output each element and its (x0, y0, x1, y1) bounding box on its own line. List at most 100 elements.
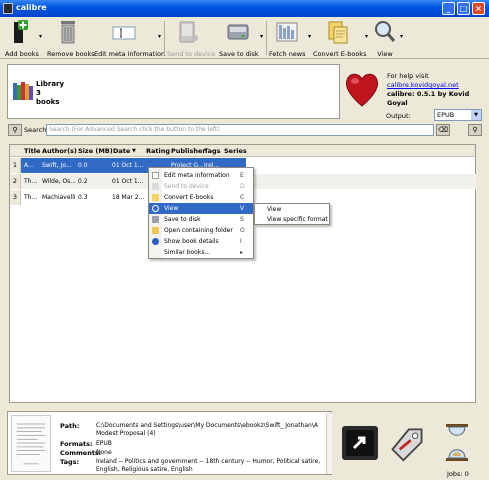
menu-item-similar-books[interactable]: Similar books... ▸ (149, 247, 253, 258)
donate-heart-icon[interactable] (344, 70, 380, 110)
hourglass-icon[interactable] (443, 420, 471, 466)
edit-meta-icon (112, 26, 136, 40)
menu-item-shortcut: S (240, 216, 244, 223)
menu-item-convert[interactable]: Convert E-books C (149, 192, 253, 203)
col-rating[interactable]: Rating (146, 147, 170, 155)
main-toolbar: Add books ▾ Remove books Edit meta infor… (0, 17, 489, 59)
save-to-disk-dropdown-icon[interactable]: ▾ (260, 33, 263, 40)
binoculars-icon: ⚲ (12, 126, 18, 134)
add-books-button[interactable]: Add books (5, 19, 39, 58)
menu-item-label: Edit meta information (164, 172, 230, 179)
cell-title: Th... (24, 194, 38, 201)
toolbar-separator (266, 21, 267, 55)
menu-item-view[interactable]: View V (149, 203, 253, 214)
menu-item-send-to-device[interactable]: Send to device D (149, 181, 253, 192)
fetch-news-dropdown-icon[interactable]: ▾ (308, 33, 311, 40)
convert-ebooks-label: Convert E-books (313, 50, 367, 58)
fetch-news-button[interactable]: Fetch news (269, 19, 306, 58)
send-to-device-button[interactable]: Send to device (167, 19, 216, 58)
device-icon (152, 183, 159, 190)
edit-meta-icon (152, 172, 159, 179)
info-icon (152, 238, 159, 245)
output-format-select[interactable]: EPUB ▼ (434, 109, 482, 121)
magnifier-icon (375, 21, 396, 42)
col-authors[interactable]: Author(s) (42, 147, 77, 155)
calibre-app-icon (3, 3, 13, 14)
maximize-button[interactable]: □ (457, 2, 470, 15)
col-series[interactable]: Series (224, 147, 247, 155)
disk-icon (227, 24, 249, 40)
details-scrollbar[interactable] (326, 413, 332, 474)
help-link[interactable]: calibre.kovidgoyal.net (387, 81, 459, 89)
cell-size: 0.3 (78, 194, 88, 201)
send-to-device-label: Send to device (167, 50, 216, 58)
window-title: calibre (16, 3, 47, 12)
menu-item-open-folder[interactable]: Open containing folder O (149, 225, 253, 236)
cell-date: 01 Oct 1... (112, 178, 144, 185)
add-books-dropdown-icon[interactable]: ▾ (39, 33, 42, 40)
edit-meta-button[interactable]: Edit meta information (94, 19, 165, 58)
menu-item-shortcut: O (240, 227, 245, 234)
cell-date: 01 Oct 1... (112, 162, 144, 169)
convert-ebooks-dropdown-icon[interactable]: ▾ (365, 33, 368, 40)
menu-item-label: Convert E-books (164, 194, 214, 201)
col-tags[interactable]: Tags (204, 147, 221, 155)
library-panel[interactable]: Library 3 books (7, 64, 340, 119)
minimize-button[interactable]: _ (442, 2, 455, 15)
search-input[interactable]: Search (For Advanced Search click the bu… (46, 124, 434, 136)
device-view-button[interactable] (340, 420, 380, 466)
folder-icon (152, 227, 159, 234)
formats-label: Formats: (60, 440, 93, 448)
path-label: Path: (60, 422, 80, 430)
menu-item-shortcut: E (240, 172, 244, 179)
library-info: Library 3 books (36, 80, 64, 107)
tag-browser-button[interactable]: ⚲ (468, 124, 482, 136)
col-date[interactable]: Date (113, 147, 130, 155)
convert-ebooks-button[interactable]: Convert E-books (313, 19, 367, 58)
submenu-item-view[interactable]: View (267, 206, 281, 213)
view-button[interactable]: View (372, 19, 398, 58)
col-publisher[interactable]: Publisher (171, 147, 206, 155)
menu-item-label: Send to device (164, 183, 209, 190)
help-prefix: For help visit (387, 72, 429, 80)
view-dropdown-icon[interactable]: ▾ (400, 33, 403, 40)
sort-indicator-icon: ▼ (132, 148, 136, 154)
submenu-item-view-specific-format[interactable]: View specific format (267, 216, 328, 223)
tag-icon[interactable] (387, 420, 427, 466)
row-number: 1 (10, 158, 21, 173)
disk-icon (152, 216, 159, 223)
menu-item-edit-meta[interactable]: Edit meta information E (149, 170, 253, 181)
menu-item-label: Open containing folder (164, 227, 233, 234)
help-info: For help visit calibre.kovidgoyal.net ca… (387, 72, 489, 108)
view-submenu: View View specific format (254, 203, 330, 225)
clear-search-button[interactable]: ⌫ (436, 124, 450, 136)
menu-item-book-details[interactable]: Show book details I (149, 236, 253, 247)
chevron-down-icon: ▼ (471, 110, 481, 120)
col-title[interactable]: Title (24, 147, 40, 155)
book-cover-thumbnail[interactable] (11, 415, 51, 472)
magnifier-icon (152, 205, 159, 212)
remove-books-button[interactable]: Remove books (47, 19, 95, 58)
menu-item-label: Similar books... (164, 249, 211, 256)
menu-item-save-to-disk[interactable]: Save to disk S (149, 214, 253, 225)
cell-author: Wilde, Os... (42, 178, 76, 185)
output-format-value: EPUB (437, 111, 455, 119)
menu-item-label: Show book details (164, 238, 219, 245)
jobs-counter[interactable]: Jobs: 0 (447, 470, 469, 478)
library-books-icon (13, 82, 33, 100)
save-to-disk-button[interactable]: Save to disk (219, 19, 259, 58)
menu-item-label: View (164, 205, 179, 212)
convert-icon (152, 194, 159, 201)
menu-item-shortcut: I (240, 238, 242, 245)
library-unit: books (36, 98, 60, 106)
submenu-arrow-icon: ▸ (240, 249, 244, 256)
edit-meta-dropdown-icon[interactable]: ▾ (158, 33, 161, 40)
view-label: View (377, 50, 393, 58)
context-menu: Edit meta information E Send to device D… (148, 167, 254, 259)
col-size[interactable]: Size (MB) (78, 147, 113, 155)
advanced-search-button[interactable]: ⚲ (8, 124, 22, 136)
tags-label: Tags: (60, 458, 80, 466)
close-button[interactable]: × (472, 2, 485, 15)
search-icon: ⚲ (472, 126, 478, 134)
library-title: Library (36, 80, 65, 88)
